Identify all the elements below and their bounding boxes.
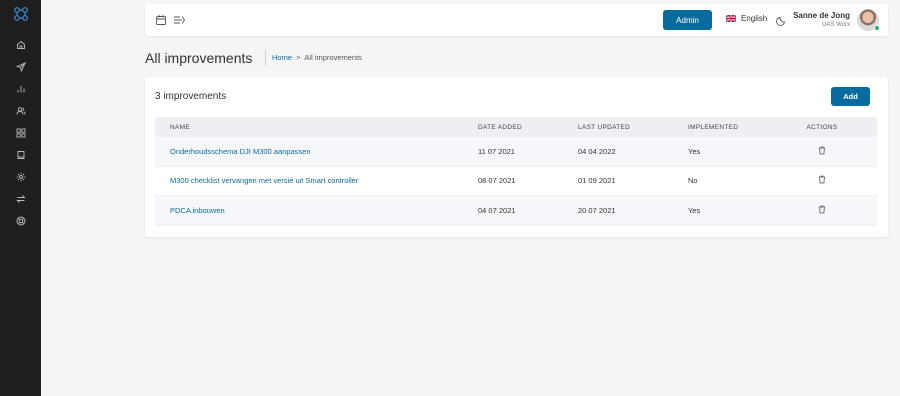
- support-icon[interactable]: [0, 210, 41, 232]
- sidebar: [0, 0, 41, 396]
- date-added-cell: 11 07 2021: [478, 146, 515, 156]
- title-divider: [265, 50, 266, 66]
- avatar[interactable]: [857, 9, 880, 31]
- column-header-implemented[interactable]: IMPLEMENTED: [688, 124, 792, 131]
- language-selector[interactable]: English: [726, 14, 767, 23]
- column-header-actions: ACTIONS: [806, 123, 838, 131]
- top-bar: Admin English Sanne de Jong UAS Worx: [145, 4, 888, 36]
- breadcrumb-separator: >: [296, 53, 301, 62]
- add-button[interactable]: Add: [831, 87, 870, 106]
- user-organization: UAS Worx: [822, 22, 850, 28]
- improvements-card: 3 improvements Add NAME DATE ADDED LAST …: [145, 77, 888, 237]
- improvement-name-link[interactable]: PDCA inbouwen: [170, 206, 225, 215]
- column-header-name[interactable]: NAME: [155, 124, 478, 131]
- last-updated-cell: 01 09 2021: [578, 176, 616, 186]
- page-title: All improvements: [145, 50, 253, 66]
- breadcrumb: Home > All improvements: [272, 53, 362, 62]
- date-added-cell: 04 07 2021: [478, 205, 516, 215]
- improvements-table: NAME DATE ADDED LAST UPDATED IMPLEMENTED…: [155, 117, 877, 226]
- improvement-name-link[interactable]: Onderhoudsschema DJI M300 aanpassen: [170, 147, 311, 156]
- trash-icon[interactable]: [818, 175, 826, 186]
- improvement-name-link[interactable]: M300 checklist vervangen met versie uit …: [170, 176, 358, 185]
- breadcrumb-current: All improvements: [304, 53, 362, 62]
- last-updated-cell: 20 07 2021: [578, 205, 616, 215]
- book-icon[interactable]: [0, 144, 41, 166]
- implemented-cell: No: [688, 176, 698, 186]
- home-icon[interactable]: [0, 34, 41, 56]
- send-icon[interactable]: [0, 56, 41, 78]
- user-name: Sanne de Jong: [793, 11, 850, 20]
- language-label: English: [741, 14, 768, 23]
- improvements-count: 3 improvements: [155, 91, 227, 102]
- grid-icon[interactable]: [0, 122, 41, 144]
- trash-icon[interactable]: [818, 146, 826, 157]
- moon-icon[interactable]: [776, 13, 787, 31]
- calendar-icon[interactable]: [155, 13, 169, 27]
- cluster-logo-icon[interactable]: [13, 6, 29, 22]
- column-header-last-updated[interactable]: LAST UPDATED: [578, 124, 688, 131]
- column-header-date-added[interactable]: DATE ADDED: [478, 124, 578, 131]
- table-row[interactable]: M300 checklist vervangen met versie uit …: [155, 167, 877, 196]
- swap-icon[interactable]: [0, 188, 41, 210]
- trash-icon[interactable]: [818, 205, 826, 216]
- online-status-icon: [874, 25, 880, 31]
- table-row[interactable]: Onderhoudsschema DJI M300 aanpassen 11 0…: [155, 137, 877, 167]
- bar-chart-icon[interactable]: [0, 78, 41, 100]
- uk-flag-icon: [726, 15, 736, 22]
- admin-button[interactable]: Admin: [663, 10, 712, 30]
- implemented-cell: Yes: [688, 146, 701, 156]
- breadcrumb-home-link[interactable]: Home: [272, 53, 292, 62]
- table-header: NAME DATE ADDED LAST UPDATED IMPLEMENTED…: [155, 117, 877, 137]
- drone-icon[interactable]: [173, 13, 187, 27]
- users-icon[interactable]: [0, 100, 41, 122]
- date-added-cell: 08 07 2021: [478, 176, 516, 186]
- last-updated-cell: 04 04 2022: [578, 146, 616, 156]
- implemented-cell: Yes: [688, 205, 701, 215]
- table-row[interactable]: PDCA inbouwen 04 07 2021 20 07 2021 Yes: [155, 196, 877, 226]
- gear-icon[interactable]: [0, 166, 41, 188]
